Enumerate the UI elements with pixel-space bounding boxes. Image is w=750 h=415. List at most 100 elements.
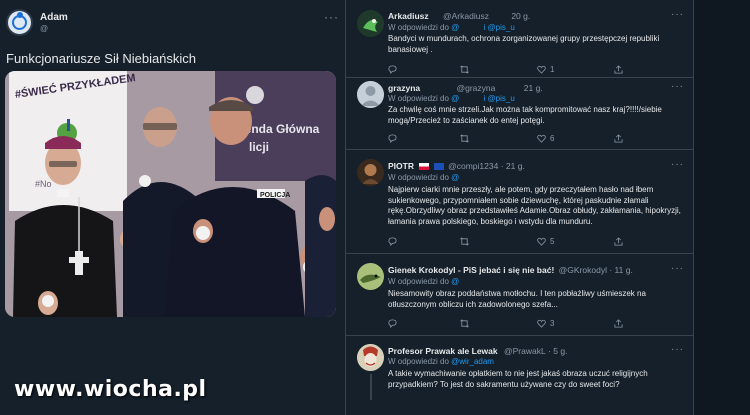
reply-button[interactable] — [388, 237, 401, 246]
more-options-icon[interactable]: ··· — [671, 9, 684, 20]
reply-actions: 1 — [388, 65, 684, 75]
reply-author[interactable]: Gienek Krokodyl - PiS jebać i się nie ba… — [388, 265, 633, 275]
reply-author[interactable]: PIOTR @compi1234 · 21 g. — [388, 161, 525, 171]
in-reply-prefix: W odpowiedzi do — [388, 94, 449, 103]
reply-button[interactable] — [388, 134, 401, 143]
retweet-button[interactable] — [460, 134, 473, 143]
more-options-icon[interactable]: ··· — [671, 263, 684, 274]
reply-icon — [388, 134, 397, 143]
like-button[interactable]: 3 — [537, 319, 554, 328]
original-tweet: Adam @ ··· Funkcjonariusze Sił Niebiańsk… — [0, 0, 345, 415]
reply-avatar[interactable] — [357, 263, 384, 290]
reply-author-handle[interactable]: @grazyna — [457, 83, 496, 93]
reply-avatar[interactable] — [357, 81, 384, 108]
in-reply-to: W odpowiedzi do @ — [388, 277, 459, 286]
share-icon — [614, 134, 623, 143]
reply-author-name[interactable]: Arkadiusz — [388, 11, 429, 21]
like-button[interactable]: 1 — [537, 65, 554, 74]
retweet-button[interactable] — [460, 65, 473, 74]
reply-author[interactable]: grazyna @grazyna 21 g. — [388, 83, 543, 93]
author-handle[interactable]: @ — [40, 24, 48, 33]
mention-link[interactable]: @ — [451, 23, 459, 32]
replies-panel: Arkadiusz @Arkadiusz 20 g. ··· W odpowie… — [345, 0, 694, 415]
mention-link[interactable]: @ — [451, 94, 459, 103]
like-button[interactable]: 6 — [537, 134, 554, 143]
share-button[interactable] — [614, 237, 627, 246]
police-badge-text: POLICJA — [260, 192, 290, 199]
eu-flag-icon — [433, 163, 444, 171]
in-reply-to: W odpowiedzi do @ i @pis_u — [388, 94, 515, 103]
reply-author-name[interactable]: Profesor Prawak ale Lewak — [388, 346, 498, 356]
reply-time[interactable]: · 11 g. — [609, 265, 632, 275]
heart-icon — [537, 237, 546, 246]
like-count: 3 — [550, 319, 555, 328]
reply-text: Za chwilę coś mnie strzeli.Jak można tak… — [388, 105, 662, 125]
more-options-icon[interactable]: ··· — [671, 159, 684, 170]
avatar-dot-shape — [17, 12, 23, 18]
like-count: 1 — [550, 65, 555, 74]
author-name[interactable]: Adam — [40, 12, 68, 23]
like-button[interactable]: 5 — [537, 237, 554, 246]
heart-icon — [537, 65, 546, 74]
reply-text: Bandyci w mundurach, ochrona zorganizowa… — [388, 34, 660, 54]
mention-link[interactable]: @wir_adam — [451, 357, 494, 366]
reply-author-name[interactable]: Gienek Krokodyl - PiS jebać i się nie ba… — [388, 265, 554, 275]
more-options-icon[interactable]: ··· — [671, 81, 684, 92]
in-reply-prefix: W odpowiedzi do — [388, 173, 449, 182]
reply-author-name[interactable]: grazyna — [388, 83, 420, 93]
share-button[interactable] — [614, 134, 627, 143]
reply-item[interactable]: PIOTR @compi1234 · 21 g. ··· W odpowiedz… — [346, 150, 694, 254]
reply-button[interactable] — [388, 319, 401, 328]
more-options-icon[interactable]: ··· — [671, 344, 684, 355]
more-options-icon[interactable]: ··· — [324, 10, 339, 24]
author-avatar[interactable] — [6, 9, 33, 36]
share-icon — [614, 319, 623, 328]
tweet-text: Funkcjonariusze Sił Niebiańskich — [6, 51, 197, 66]
retweet-button[interactable] — [460, 237, 473, 246]
reply-text: A takie wymachiwanie opłatkiem to nie je… — [388, 369, 648, 389]
reply-icon — [388, 65, 397, 74]
reply-avatar[interactable] — [357, 10, 384, 37]
reply-time[interactable]: 21 g. — [524, 83, 543, 93]
reply-item[interactable]: Gienek Krokodyl - PiS jebać i się nie ba… — [346, 254, 694, 336]
reply-time[interactable]: 20 g. — [511, 11, 530, 21]
reply-avatar[interactable] — [357, 344, 384, 371]
tweet-photo[interactable]: #ŚWIEĆ PRZYKŁADEM #No Komenda Główna lic… — [5, 71, 336, 317]
share-icon — [614, 237, 623, 246]
retweet-icon — [460, 134, 469, 143]
mention-link[interactable]: i @pis_u — [484, 94, 515, 103]
reply-button[interactable] — [388, 65, 401, 74]
retweet-icon — [460, 237, 469, 246]
reply-item[interactable]: grazyna @grazyna 21 g. ··· W odpowiedzi … — [346, 78, 694, 150]
site-watermark: www.wiocha.pl — [14, 377, 207, 402]
reply-author-handle[interactable]: @compi1234 — [448, 161, 498, 171]
share-button[interactable] — [614, 319, 627, 328]
reply-author[interactable]: Arkadiusz @Arkadiusz 20 g. — [388, 11, 530, 21]
mention-link[interactable]: @ — [451, 277, 459, 286]
reply-author-handle[interactable]: @Arkadiusz — [443, 11, 489, 21]
reply-time[interactable]: · 21 g. — [501, 161, 525, 171]
thread-line — [370, 374, 372, 400]
reply-icon — [388, 237, 397, 246]
reply-author[interactable]: Profesor Prawak ale Lewak @PrawakL · 5 g… — [388, 346, 567, 356]
reply-author-handle[interactable]: @GKrokodyl — [559, 265, 607, 275]
reply-author-name[interactable]: PIOTR — [388, 161, 414, 171]
reply-time[interactable]: · 5 g. — [548, 346, 567, 356]
reply-author-handle[interactable]: @PrawakL — [504, 346, 546, 356]
reply-text: Niesamowity obraz poddaństwa motłochu. I… — [388, 289, 646, 309]
reply-item[interactable]: Profesor Prawak ale Lewak @PrawakL · 5 g… — [346, 336, 694, 415]
reply-avatar[interactable] — [357, 159, 384, 186]
like-count: 5 — [550, 237, 555, 246]
in-reply-to: W odpowiedzi do @ — [388, 173, 459, 182]
banner-left-sub-text: #No — [35, 179, 52, 189]
mention-link[interactable]: i @pis_u — [484, 23, 515, 32]
reply-actions: 6 — [388, 134, 684, 144]
window-edge — [694, 0, 750, 415]
retweet-button[interactable] — [460, 319, 473, 328]
heart-icon — [537, 134, 546, 143]
share-button[interactable] — [614, 65, 627, 74]
reply-text: Najpierw ciarki mnie przeszły, ale potem… — [388, 185, 681, 226]
reply-item[interactable]: Arkadiusz @Arkadiusz 20 g. ··· W odpowie… — [346, 0, 694, 78]
retweet-icon — [460, 65, 469, 74]
mention-link[interactable]: @ — [451, 173, 459, 182]
